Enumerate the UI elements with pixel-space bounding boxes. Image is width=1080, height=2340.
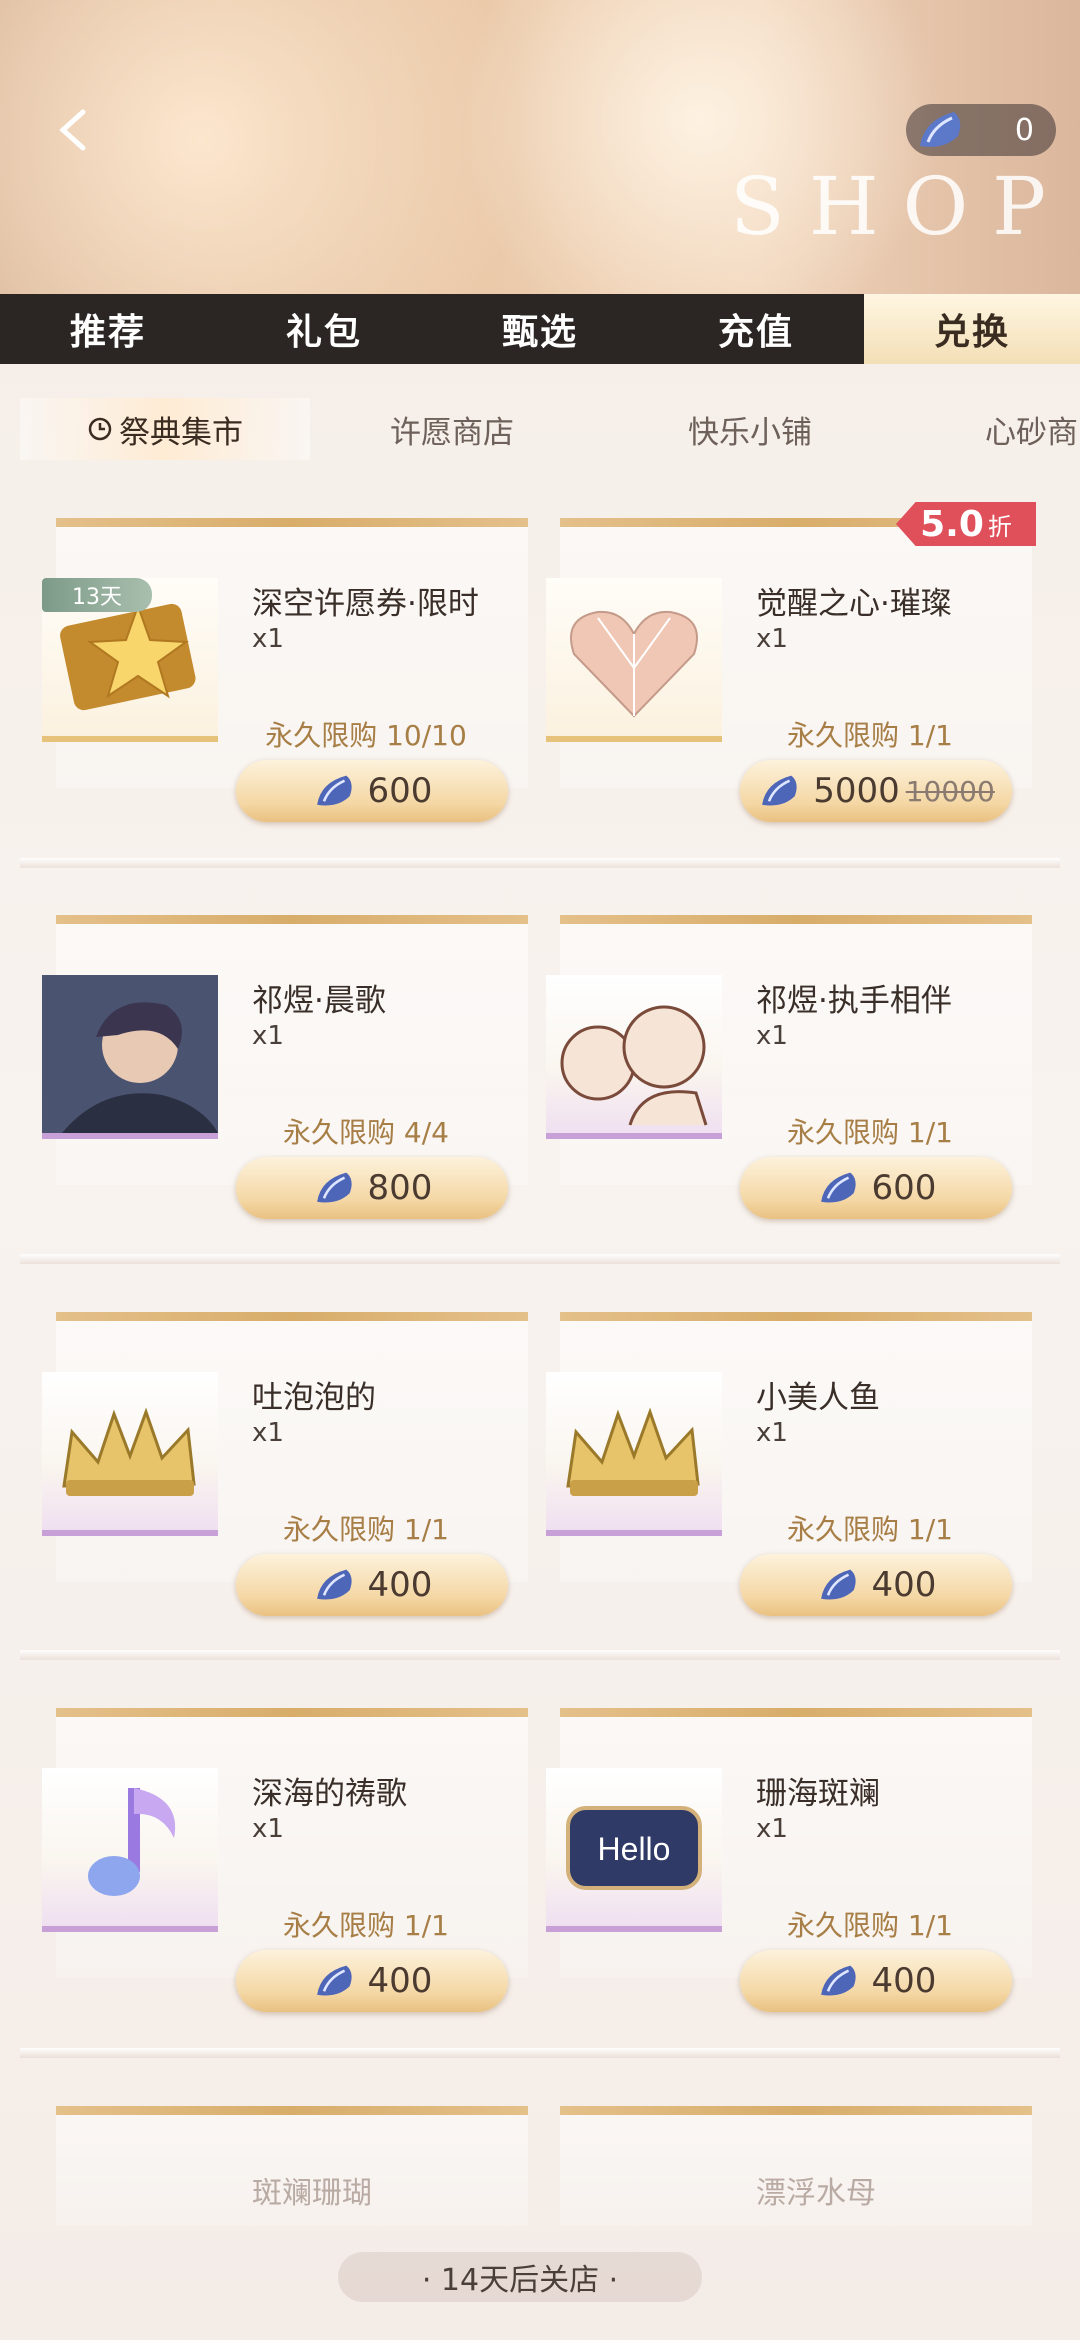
shop-item-card[interactable]: 深海的祷歌 x1 永久限购 1/1 400	[42, 1708, 528, 2012]
shop-item-card[interactable]: 吐泡泡的 x1 永久限购 1/1 400	[42, 1312, 528, 1616]
shell-icon	[820, 1172, 856, 1203]
original-price: 10000	[905, 774, 995, 808]
item-name: 祁煜·执手相伴	[756, 983, 952, 1019]
price: 800	[367, 1168, 433, 1208]
currency-counter[interactable]: 0	[906, 104, 1056, 156]
shell-icon	[316, 1569, 352, 1600]
shelf-divider	[20, 1650, 1060, 1660]
item-thumbnail	[42, 975, 218, 1139]
item-thumbnail	[546, 578, 722, 742]
purchase-limit: 永久限购 1/1	[787, 1116, 953, 1149]
back-button[interactable]	[45, 100, 105, 160]
item-name: 深海的祷歌	[252, 1776, 407, 1812]
item-name: 小美人鱼	[756, 1380, 880, 1416]
item-thumbnail	[546, 975, 722, 1139]
shop-item-card[interactable]: 祁煜·执手相伴 x1 永久限购 1/1 600	[546, 915, 1032, 1219]
shop-item-card[interactable]: 斑斓珊瑚	[56, 2106, 528, 2226]
shelf-divider	[20, 2048, 1060, 2058]
buy-button[interactable]: 600	[236, 760, 508, 822]
clock-icon	[88, 417, 112, 441]
buy-button[interactable]: 800	[236, 1157, 508, 1219]
subtab-happy-shop[interactable]: 快乐小铺	[688, 398, 812, 460]
tab-gift-pack[interactable]: 礼包	[216, 294, 432, 364]
shell-icon	[820, 1569, 856, 1600]
shell-icon	[316, 1172, 352, 1203]
discount-badge: 5.0 折	[896, 502, 1036, 546]
item-name: 吐泡泡的	[252, 1380, 376, 1416]
timer-badge: 13天	[42, 578, 152, 612]
chevron-left-icon	[59, 109, 86, 151]
subtab-wish-shop[interactable]: 许愿商店	[390, 398, 514, 460]
item-thumbnail	[42, 1372, 218, 1536]
price: 400	[367, 1961, 433, 2001]
item-quantity: x1	[756, 1418, 788, 1448]
item-name: 斑斓珊瑚	[252, 2176, 372, 2211]
subtab-heart-sand[interactable]: 心砂商	[985, 398, 1078, 460]
shell-icon	[316, 1965, 352, 1996]
shelf-divider	[20, 1254, 1060, 1264]
shop-title: SHOP	[730, 160, 1070, 253]
price: 400	[367, 1565, 433, 1605]
shop-item-card[interactable]: 小美人鱼 x1 永久限购 1/1 400	[546, 1312, 1032, 1616]
buy-button[interactable]: 400	[740, 1554, 1012, 1616]
item-thumbnail	[546, 1372, 722, 1536]
subtab-label: 祭典集市	[119, 414, 243, 451]
main-tabs: 推荐 礼包 甄选 充值 兑换	[0, 294, 1080, 364]
shell-icon	[920, 112, 961, 147]
purchase-limit: 永久限购 1/1	[283, 1909, 449, 1942]
price: 600	[367, 771, 433, 811]
tab-recharge[interactable]: 充值	[648, 294, 864, 364]
shop-item-card[interactable]: 13天 深空许愿券·限时 x1 永久限购 10/10 600	[42, 518, 528, 822]
currency-count: 0	[1014, 112, 1034, 148]
subtab-festival-market[interactable]: 祭典集市	[20, 398, 310, 460]
shop-item-card[interactable]: 祁煜·晨歌 x1 永久限购 4/4 800	[42, 915, 528, 1219]
item-quantity: x1	[252, 1814, 284, 1844]
item-name: 珊海斑斓	[756, 1776, 880, 1812]
price: 600	[871, 1168, 937, 1208]
item-quantity: x1	[756, 624, 788, 654]
item-quantity: x1	[252, 624, 284, 654]
price: 400	[871, 1961, 937, 2001]
hello-sign-text: Hello	[598, 1831, 671, 1867]
shell-icon	[316, 775, 352, 806]
item-name: 漂浮水母	[756, 2176, 876, 2211]
music-note-icon	[88, 1788, 176, 1896]
shop-item-card[interactable]: 觉醒之心·璀璨 x1 永久限购 1/1 5000 10000	[546, 518, 1032, 822]
item-thumbnail: Hello	[546, 1768, 722, 1932]
purchase-limit: 永久限购 1/1	[283, 1513, 449, 1546]
purchase-limit: 永久限购 4/4	[283, 1116, 449, 1149]
item-name: 祁煜·晨歌	[252, 983, 386, 1019]
item-thumbnail	[42, 1768, 218, 1932]
shop-banner: 0 SHOP	[0, 0, 1080, 300]
price: 5000	[813, 771, 900, 811]
crown-icon	[566, 1407, 700, 1496]
shell-icon	[820, 1965, 856, 1996]
tab-recommend[interactable]: 推荐	[0, 294, 216, 364]
item-quantity: x1	[252, 1418, 284, 1448]
shop-close-countdown: · 14天后关店 ·	[338, 2252, 702, 2302]
purchase-limit: 永久限购 10/10	[265, 719, 467, 752]
shop-item-card[interactable]: 漂浮水母	[560, 2106, 1032, 2226]
shelf-divider	[20, 858, 1060, 868]
item-quantity: x1	[756, 1021, 788, 1051]
shop-item-card[interactable]: Hello 珊海斑斓 x1 永久限购 1/1 400	[546, 1708, 1032, 2012]
sub-tabs: 祭典集市 许愿商店 快乐小铺 心砂商	[0, 378, 1080, 478]
buy-button[interactable]: 5000 10000	[740, 760, 1012, 822]
item-quantity: x1	[756, 1814, 788, 1844]
purchase-limit: 永久限购 1/1	[787, 1513, 953, 1546]
price: 400	[871, 1565, 937, 1605]
item-quantity: x1	[252, 1021, 284, 1051]
shell-icon	[762, 775, 797, 806]
tab-exchange[interactable]: 兑换	[864, 294, 1080, 364]
item-name: 觉醒之心·璀璨	[756, 586, 952, 622]
tab-selection[interactable]: 甄选	[432, 294, 648, 364]
purchase-limit: 永久限购 1/1	[787, 1909, 953, 1942]
item-name: 深空许愿券·限时	[252, 586, 479, 622]
buy-button[interactable]: 400	[236, 1554, 508, 1616]
buy-button[interactable]: 600	[740, 1157, 1012, 1219]
crown-icon	[62, 1407, 196, 1496]
buy-button[interactable]: 400	[740, 1950, 1012, 2012]
purchase-limit: 永久限购 1/1	[787, 719, 953, 752]
buy-button[interactable]: 400	[236, 1950, 508, 2012]
